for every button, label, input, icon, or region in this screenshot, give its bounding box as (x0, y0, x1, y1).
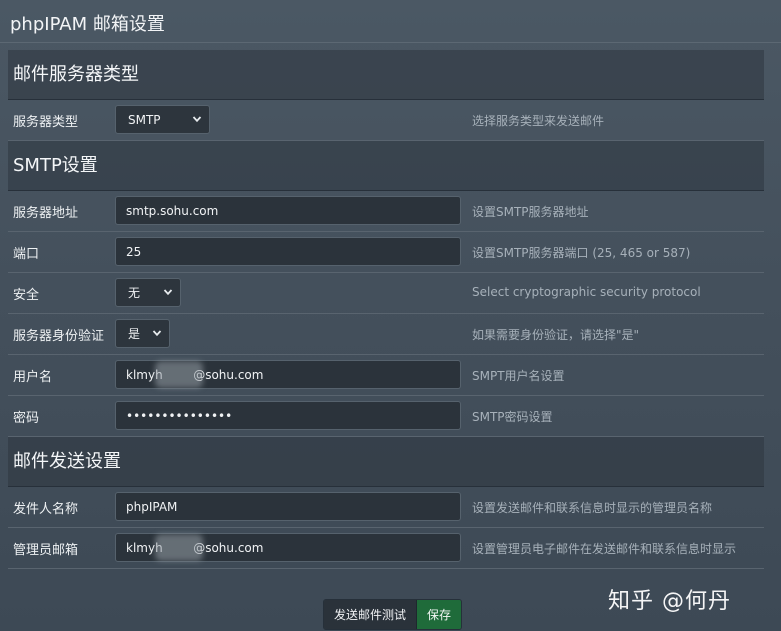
admin-email-label: 管理员邮箱 (13, 543, 79, 558)
save-button[interactable]: 保存 (417, 600, 462, 629)
row-port: 端口 设置SMTP服务器端口 (25, 465 or 587) (8, 232, 764, 273)
action-button-group: 发送邮件测试 保存 (323, 599, 463, 630)
port-input[interactable] (115, 237, 461, 266)
server-address-label: 服务器地址 (13, 206, 79, 221)
title-divider (0, 42, 781, 43)
sender-name-help: 设置发送邮件和联系信息时显示的管理员名称 (472, 501, 713, 515)
auth-help: 如果需要身份验证，请选择"是" (472, 328, 640, 342)
chevron-down-icon (152, 330, 162, 337)
username-help: SMPT用户名设置 (472, 369, 565, 383)
auth-label: 服务器身份验证 (13, 329, 105, 344)
password-help: SMTP密码设置 (472, 410, 553, 424)
port-help: 设置SMTP服务器端口 (25, 465 or 587) (472, 246, 691, 260)
admin-email-help: 设置管理员电子邮件在发送邮件和联系信息时显示 (472, 542, 737, 556)
server-type-label: 服务器类型 (13, 115, 79, 130)
password-label: 密码 (13, 411, 40, 426)
chevron-down-icon (163, 289, 173, 296)
watermark-text: 知乎 @何丹 (608, 589, 731, 614)
send-test-email-button[interactable]: 发送邮件测试 (324, 600, 418, 629)
sender-name-label: 发件人名称 (13, 502, 79, 517)
chevron-down-icon (192, 116, 202, 123)
server-address-help: 设置SMTP服务器地址 (472, 205, 589, 219)
row-security: 安全 无 Select cryptographic security proto… (8, 273, 764, 314)
server-address-input[interactable] (115, 196, 461, 225)
server-type-selected: SMTP (128, 112, 161, 127)
server-type-help: 选择服务类型来发送邮件 (472, 114, 605, 128)
auth-selected: 是 (128, 327, 141, 341)
page-title: phpIPAM 邮箱设置 (10, 14, 165, 35)
auth-select[interactable]: 是 (115, 319, 170, 348)
row-sender-name: 发件人名称 设置发送邮件和联系信息时显示的管理员名称 (8, 487, 764, 528)
row-server-type: 服务器类型 SMTP 选择服务类型来发送邮件 (8, 100, 764, 141)
password-input[interactable] (115, 401, 461, 430)
port-label: 端口 (13, 247, 40, 262)
row-admin-email: 管理员邮箱 设置管理员电子邮件在发送邮件和联系信息时显示 (8, 528, 764, 569)
section-header-sending: 邮件发送设置 (8, 437, 764, 487)
row-password: 密码 SMTP密码设置 (8, 396, 764, 437)
username-label: 用户名 (13, 370, 53, 385)
security-help: Select cryptographic security protocol (472, 285, 701, 299)
section-header-server-type: 邮件服务器类型 (8, 50, 764, 100)
username-blur-mask (155, 361, 203, 388)
row-server-address: 服务器地址 设置SMTP服务器地址 (8, 191, 764, 232)
section-header-smtp: SMTP设置 (8, 141, 764, 191)
security-selected: 无 (128, 286, 141, 300)
row-auth: 服务器身份验证 是 如果需要身份验证，请选择"是" (8, 314, 764, 355)
server-type-select[interactable]: SMTP (115, 105, 210, 134)
admin-email-blur-mask (155, 534, 203, 561)
security-label: 安全 (13, 288, 40, 303)
security-select[interactable]: 无 (115, 278, 181, 307)
sender-name-input[interactable] (115, 492, 461, 521)
row-username: 用户名 SMPT用户名设置 (8, 355, 764, 396)
